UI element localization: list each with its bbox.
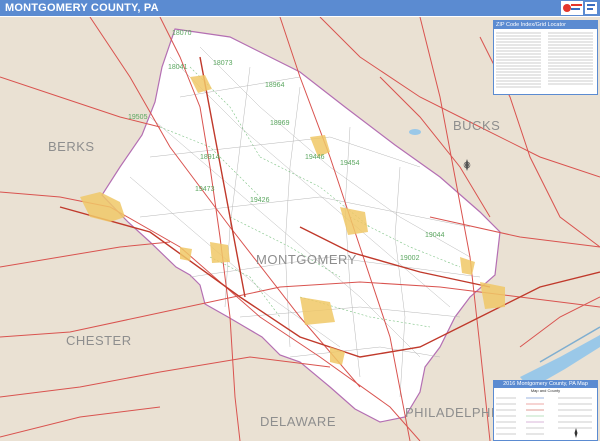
region-label-philadelphia: PHILADELPHIA <box>405 405 505 420</box>
zip-index-panel: ZIP Code Index/Grid Locator <box>493 20 598 95</box>
region-label-berks: BERKS <box>48 139 95 154</box>
lake-bucks <box>409 129 421 135</box>
region-label-bucks: BUCKS <box>453 118 501 133</box>
svg-text:18070: 18070 <box>172 30 192 37</box>
svg-text:18914: 18914 <box>200 154 220 161</box>
zip-index-title: ZIP Code Index/Grid Locator <box>494 21 597 29</box>
svg-text:19044: 19044 <box>425 232 445 239</box>
svg-text:19473: 19473 <box>195 186 215 193</box>
svg-text:19426: 19426 <box>250 197 270 204</box>
legend-title: 2016 Montgomery County, PA Map <box>494 381 597 388</box>
region-label-chester: CHESTER <box>66 333 132 348</box>
compass-rose-icon <box>574 428 578 438</box>
region-label-delaware: DELAWARE <box>260 414 336 429</box>
map-title: MONTGOMERY COUNTY, PA <box>5 2 159 14</box>
svg-text:19446: 19446 <box>305 154 325 161</box>
svg-text:19505: 19505 <box>128 114 148 121</box>
legend-subtitle: Map and County <box>530 388 561 393</box>
svg-text:19002: 19002 <box>400 255 420 262</box>
svg-text:18969: 18969 <box>270 120 290 127</box>
svg-text:18073: 18073 <box>213 60 233 67</box>
svg-text:18964: 18964 <box>265 82 285 89</box>
legend-rows <box>496 397 592 438</box>
region-label-montgomery: MONTGOMERY <box>256 252 357 267</box>
map-frame: MONTGOMERY COUNTY, PA 18070 18041 18073 … <box>0 0 600 441</box>
title-bar: MONTGOMERY COUNTY, PA <box>0 0 600 16</box>
svg-text:19454: 19454 <box>340 160 360 167</box>
map-legend: 2016 Montgomery County, PA Map Map and C… <box>493 380 598 441</box>
brand-logo-icon <box>561 1 597 15</box>
svg-text:18041: 18041 <box>168 64 188 71</box>
zip-index-rows <box>496 32 593 88</box>
